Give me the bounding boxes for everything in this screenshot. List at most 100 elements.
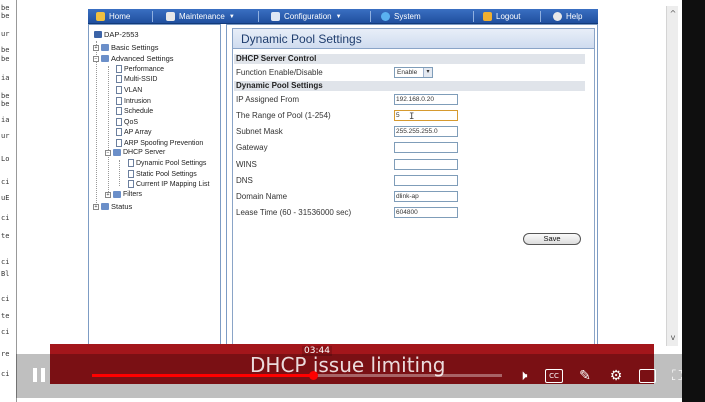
- tree-item-label: Static Pool Settings: [136, 170, 197, 178]
- tree-item-arp[interactable]: ARP Spoofing Prevention: [116, 139, 203, 147]
- scroll-up-icon[interactable]: ^: [667, 8, 679, 20]
- page-icon: [116, 65, 122, 73]
- page-icon: [128, 170, 134, 178]
- tree-item-vlan[interactable]: VLAN: [116, 86, 142, 94]
- background-text-fragment: Bl: [1, 270, 10, 278]
- tree-item-static-pool[interactable]: Static Pool Settings: [128, 170, 197, 178]
- ip-from-input[interactable]: 192.168.0.20: [394, 94, 458, 105]
- ip-from-label: IP Assigned From: [236, 95, 299, 104]
- tree-item-qos[interactable]: QoS: [116, 118, 138, 126]
- background-text-fragment: te: [1, 312, 10, 320]
- collapse-icon[interactable]: −: [105, 149, 111, 156]
- fullscreen-icon[interactable]: ⛶: [668, 367, 686, 385]
- nav-maintenance[interactable]: Maintenance ▼: [166, 9, 235, 24]
- background-text-fragment: ia: [1, 74, 10, 82]
- miniplayer-icon[interactable]: [639, 369, 656, 383]
- help-icon: [553, 12, 562, 21]
- nav-logout-label: Logout: [496, 12, 521, 21]
- tree-basic-settings[interactable]: + Basic Settings: [93, 43, 159, 52]
- lease-label: Lease Time (60 - 31536000 sec): [236, 208, 352, 217]
- background-text-fragment: te: [1, 232, 10, 240]
- function-select-value: Enable: [397, 69, 418, 76]
- expand-icon[interactable]: +: [93, 203, 99, 210]
- tree-item-ap-array[interactable]: AP Array: [116, 128, 152, 136]
- mask-input[interactable]: 255.255.255.0: [394, 126, 458, 137]
- tools-icon: [166, 12, 175, 21]
- tree-item-ip-mapping[interactable]: Current IP Mapping List: [128, 180, 209, 188]
- nav-system[interactable]: System: [381, 9, 421, 24]
- range-input[interactable]: 5: [394, 110, 458, 121]
- tree-item-dynamic-pool[interactable]: Dynamic Pool Settings: [128, 159, 206, 167]
- page-scrollbar[interactable]: ^ v: [666, 6, 678, 346]
- notes-icon[interactable]: ✎: [576, 367, 594, 385]
- domain-input[interactable]: dlink-ap: [394, 191, 458, 202]
- background-text-fragment: be: [1, 4, 10, 12]
- nav-help[interactable]: Help: [553, 9, 582, 24]
- background-text-fragment: be: [1, 55, 10, 63]
- save-button[interactable]: Save: [523, 233, 581, 245]
- page-icon: [116, 86, 122, 94]
- page-icon: [116, 107, 122, 115]
- settings-icon[interactable]: ⚙: [607, 367, 625, 385]
- folder-icon: [101, 203, 109, 210]
- background-text-fragment: ur: [1, 30, 10, 38]
- page-icon: [116, 118, 122, 126]
- scroll-down-icon[interactable]: v: [667, 332, 679, 344]
- pause-button[interactable]: [28, 364, 50, 386]
- tree-item-intrusion[interactable]: Intrusion: [116, 97, 151, 105]
- tree-status[interactable]: + Status: [93, 202, 132, 211]
- tree-item-multi-ssid[interactable]: Multi-SSID: [116, 75, 157, 83]
- nav-maintenance-label: Maintenance: [179, 12, 225, 21]
- folder-icon: [101, 44, 109, 51]
- home-icon: [96, 12, 105, 21]
- mask-label: Subnet Mask: [236, 127, 283, 136]
- background-text-fragment: be: [1, 12, 10, 20]
- section-dhcp-control: DHCP Server Control: [234, 54, 585, 64]
- logout-icon: [483, 12, 492, 21]
- nav-logout[interactable]: Logout: [483, 9, 520, 24]
- tree-root[interactable]: DAP-2553: [94, 30, 139, 39]
- background-document: be be ur be be ia be be ia ur Lo ci uE ci te ci Bl ci te ci…: [0, 0, 16, 402]
- text-cursor-icon: I: [409, 112, 415, 122]
- dynamic-pool-panel: Dynamic Pool Settings DHCP Server Contro…: [232, 28, 595, 346]
- wins-input[interactable]: [394, 159, 458, 170]
- background-text-fragment: ci: [1, 178, 10, 186]
- tree-item-label: Performance: [124, 65, 165, 73]
- tree-status-label: Status: [111, 202, 133, 211]
- tree-item-label: AP Array: [124, 128, 152, 136]
- gateway-input[interactable]: [394, 142, 458, 153]
- background-text-fragment: ci: [1, 214, 10, 222]
- lease-input[interactable]: 604800: [394, 207, 458, 218]
- page-icon: [116, 97, 122, 105]
- function-select[interactable]: Enable ▾: [394, 67, 433, 78]
- config-icon: [271, 12, 280, 21]
- chevron-down-icon: ▼: [228, 13, 235, 20]
- range-label: The Range of Pool (1-254): [236, 111, 331, 120]
- collapse-icon[interactable]: −: [93, 55, 99, 62]
- background-text-fragment: ci: [1, 295, 10, 303]
- tree-dhcp-server[interactable]: − DHCP Server: [105, 149, 165, 156]
- background-text-fragment: ci: [1, 370, 10, 378]
- tree-filters[interactable]: + Filters: [105, 191, 142, 198]
- nav-configuration[interactable]: Configuration ▼: [271, 9, 342, 24]
- tree-advanced-settings[interactable]: − Advanced Settings: [93, 54, 174, 63]
- gateway-label: Gateway: [236, 143, 268, 152]
- dns-input[interactable]: [394, 175, 458, 186]
- volume-icon[interactable]: 🕨: [514, 367, 532, 385]
- tree-item-performance[interactable]: Performance: [116, 65, 164, 73]
- nav-home[interactable]: Home: [96, 9, 130, 24]
- navigation-tree: DAP-2553 + Basic Settings − Advanced Set…: [88, 24, 221, 346]
- tree-item-label: QoS: [124, 118, 139, 126]
- progress-bar[interactable]: [92, 371, 502, 380]
- wins-label: WINS: [236, 160, 257, 169]
- chevron-down-icon: ▼: [335, 13, 342, 20]
- tree-item-label: ARP Spoofing Prevention: [124, 139, 204, 147]
- expand-icon[interactable]: +: [105, 191, 111, 198]
- expand-icon[interactable]: +: [93, 44, 99, 51]
- background-text-fragment: ci: [1, 258, 10, 266]
- folder-icon: [113, 191, 121, 198]
- computer-icon: [94, 31, 102, 38]
- tree-item-schedule[interactable]: Schedule: [116, 107, 153, 115]
- background-text-fragment: ci: [1, 328, 10, 336]
- subtitles-icon[interactable]: CC: [545, 369, 563, 383]
